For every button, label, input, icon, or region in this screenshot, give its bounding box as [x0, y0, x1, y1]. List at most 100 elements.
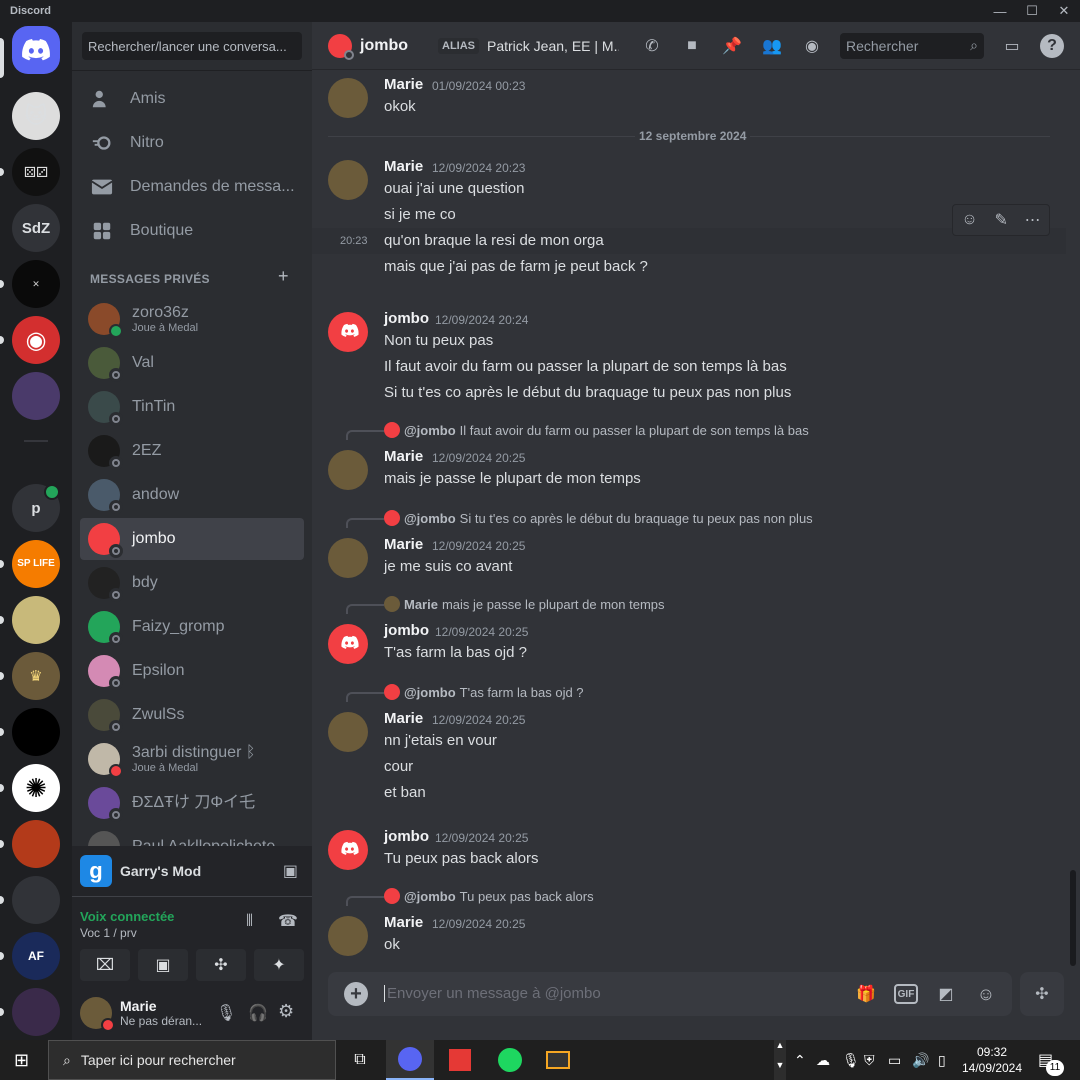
- avatar[interactable]: [328, 450, 368, 490]
- server-icon[interactable]: [12, 596, 60, 644]
- soundboard-button[interactable]: ✦: [254, 949, 304, 981]
- minimize-icon[interactable]: —: [984, 0, 1016, 22]
- dm-item[interactable]: jombo: [80, 518, 304, 560]
- server-icon[interactable]: [12, 372, 60, 420]
- inbox-icon[interactable]: ▭: [1000, 34, 1024, 58]
- microphone-tray-icon[interactable]: 🎙: [842, 1052, 860, 1069]
- server-icon[interactable]: ♛: [12, 652, 60, 700]
- message-author[interactable]: Marie: [384, 914, 423, 931]
- maximize-icon[interactable]: ☐: [1016, 0, 1048, 22]
- network-icon[interactable]: ▭: [888, 1052, 901, 1069]
- call-icon[interactable]: ✆: [640, 34, 664, 58]
- user-profile-icon[interactable]: ◉: [800, 34, 824, 58]
- discord-taskbar-icon[interactable]: [386, 1040, 434, 1080]
- dm-item[interactable]: ÐΣΔŦけ 刀Φイ乇: [80, 782, 304, 824]
- server-icon[interactable]: AF: [12, 932, 60, 980]
- emoji-icon[interactable]: ☺: [974, 982, 998, 1006]
- activities-button[interactable]: ✣: [196, 949, 246, 981]
- server-icon[interactable]: [12, 708, 60, 756]
- screen-share-button[interactable]: ▣: [138, 949, 188, 981]
- server-icon[interactable]: ✕: [12, 260, 60, 308]
- add-reaction-icon[interactable]: ☺: [961, 211, 977, 229]
- spotify-taskbar-icon[interactable]: [486, 1040, 534, 1080]
- header-search-input[interactable]: Rechercher ⌕: [840, 33, 984, 59]
- stream-icon[interactable]: ▣: [283, 861, 298, 881]
- task-view-icon[interactable]: ⧉: [336, 1040, 384, 1080]
- dm-item[interactable]: ZwulSs: [80, 694, 304, 736]
- message-author[interactable]: Marie: [384, 448, 423, 465]
- reply-preview[interactable]: Marie mais je passe le plupart de mon tem…: [384, 596, 665, 612]
- avatar[interactable]: [328, 624, 368, 664]
- battery-icon[interactable]: ▯: [938, 1052, 946, 1069]
- windows-start-icon[interactable]: ⊞: [14, 1050, 29, 1071]
- server-icon[interactable]: [12, 876, 60, 924]
- dm-item[interactable]: Paul Aakllopolichete: [80, 826, 304, 846]
- microphone-icon[interactable]: 🎙: [216, 1003, 236, 1023]
- avatar[interactable]: [328, 160, 368, 200]
- tray-chevron-icon[interactable]: ⌃: [794, 1052, 806, 1069]
- pin-icon[interactable]: 📌: [720, 34, 744, 58]
- taskbar-search[interactable]: ⌕ Taper ici pour rechercher: [48, 1040, 336, 1080]
- server-icon[interactable]: [12, 988, 60, 1036]
- attach-plus-icon[interactable]: +: [344, 982, 368, 1006]
- avatar[interactable]: [80, 997, 115, 1032]
- dm-item[interactable]: Epsilon: [80, 650, 304, 692]
- apps-button[interactable]: ✣: [1020, 972, 1064, 1016]
- security-icon[interactable]: ⛨: [864, 1052, 875, 1069]
- headphones-icon[interactable]: 🎧: [248, 1003, 268, 1023]
- gif-button[interactable]: GIF: [894, 984, 918, 1004]
- server-sp-life[interactable]: SP LIFE: [12, 540, 60, 588]
- video-call-icon[interactable]: ■: [680, 34, 704, 58]
- server-sdz[interactable]: SdZ: [12, 204, 60, 252]
- dm-item[interactable]: 3arbi distinguer ᛒ Joue à Medal: [80, 738, 304, 780]
- scrollbar-thumb[interactable]: [1070, 870, 1076, 966]
- server-icon[interactable]: [12, 820, 60, 868]
- scroll-arrows-icon[interactable]: ▲ ▼: [774, 1040, 786, 1080]
- avatar[interactable]: [328, 830, 368, 870]
- server-icon[interactable]: 🐱: [12, 92, 60, 140]
- message-author[interactable]: jombo: [384, 622, 429, 639]
- server-icon[interactable]: ◉: [12, 316, 60, 364]
- avatar[interactable]: [328, 78, 368, 118]
- dm-item[interactable]: Faizy_gromp: [80, 606, 304, 648]
- server-icon[interactable]: ⚄⚂: [12, 148, 60, 196]
- more-options-icon[interactable]: ⋯: [1025, 210, 1041, 230]
- edit-icon[interactable]: ✎: [994, 210, 1007, 230]
- reply-preview[interactable]: @jombo Il faut avoir du farm ou passer la…: [384, 422, 809, 438]
- server-icon[interactable]: ✺: [12, 764, 60, 812]
- onedrive-icon[interactable]: ☁: [816, 1052, 830, 1069]
- message-author[interactable]: Marie: [384, 76, 423, 93]
- disconnect-icon[interactable]: ☎: [278, 911, 298, 931]
- message-input[interactable]: Envoyer un message à @jombo: [384, 985, 601, 1002]
- help-icon[interactable]: ?: [1040, 34, 1064, 58]
- dm-item[interactable]: andow: [80, 474, 304, 516]
- home-button[interactable]: [12, 26, 60, 74]
- dm-item[interactable]: TinTin: [80, 386, 304, 428]
- reply-preview[interactable]: @jombo Tu peux pas back alors: [384, 888, 594, 904]
- dm-item[interactable]: bdy: [80, 562, 304, 604]
- add-friend-icon[interactable]: 👥: [760, 34, 784, 58]
- dm-item[interactable]: 2EZ: [80, 430, 304, 472]
- avatar[interactable]: [328, 312, 368, 352]
- message-author[interactable]: Marie: [384, 536, 423, 553]
- message-author[interactable]: Marie: [384, 158, 423, 175]
- avatar[interactable]: [328, 916, 368, 956]
- app-taskbar-icon[interactable]: [534, 1040, 582, 1080]
- reply-preview[interactable]: @jombo T'as farm la bas ojd ?: [384, 684, 584, 700]
- volume-icon[interactable]: 🔊: [912, 1052, 929, 1069]
- sticker-icon[interactable]: ◩: [934, 982, 958, 1006]
- voice-channel[interactable]: Voc 1 / prv: [80, 926, 137, 940]
- camera-off-button[interactable]: ⌧: [80, 949, 130, 981]
- gift-icon[interactable]: 🎁: [854, 982, 878, 1006]
- dm-item[interactable]: zoro36z Joue à Medal: [80, 298, 304, 340]
- clock[interactable]: 09:32 14/09/2024: [960, 1044, 1024, 1076]
- dm-item[interactable]: Val: [80, 342, 304, 384]
- noise-suppression-icon[interactable]: ⦀: [246, 913, 253, 931]
- message-author[interactable]: Marie: [384, 710, 423, 727]
- settings-gear-icon[interactable]: ⚙: [278, 1001, 294, 1022]
- message-author[interactable]: jombo: [384, 310, 429, 327]
- medal-taskbar-icon[interactable]: [436, 1040, 484, 1080]
- message-author[interactable]: jombo: [384, 828, 429, 845]
- reply-preview[interactable]: @jombo Si tu t'es co après le début du br…: [384, 510, 813, 526]
- close-icon[interactable]: ✕: [1048, 0, 1080, 22]
